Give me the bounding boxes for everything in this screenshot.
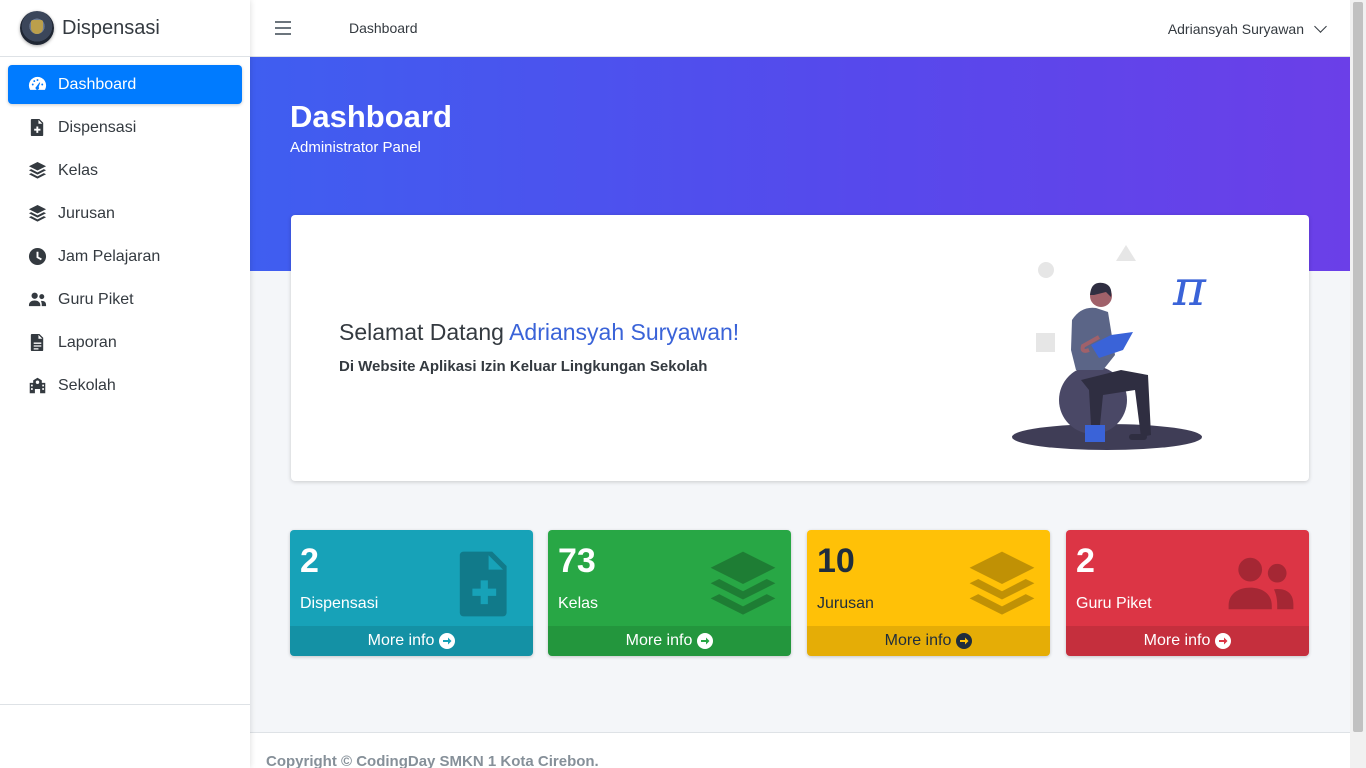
copyright-text: Copyright © CodingDay SMKN 1 Kota Cirebo… bbox=[266, 753, 599, 768]
sidebar-item-label: Kelas bbox=[58, 161, 99, 179]
sidebar-item-laporan[interactable]: Laporan bbox=[8, 323, 242, 362]
sidebar-item-guru-piket[interactable]: Guru Piket bbox=[8, 280, 242, 319]
sidebar-item-label: Sekolah bbox=[58, 376, 116, 394]
stat-value: 10 bbox=[817, 542, 855, 580]
arrow-circle-right-icon bbox=[1215, 633, 1232, 649]
layer-group-icon bbox=[26, 204, 48, 224]
menu-toggle-icon[interactable] bbox=[275, 21, 291, 35]
welcome-heading: Selamat Datang Adriansyah Suryawan! bbox=[339, 319, 739, 346]
brand[interactable]: Dispensasi bbox=[0, 0, 250, 57]
sidebar-item-label: Laporan bbox=[58, 333, 117, 351]
navbar-title[interactable]: Dashboard bbox=[349, 20, 418, 36]
tachometer-icon bbox=[26, 75, 48, 95]
file-medical-icon bbox=[26, 118, 48, 138]
sidebar-nav: Dashboard Dispensasi Kelas Jurusan Jam P… bbox=[0, 57, 250, 405]
arrow-circle-right-icon bbox=[697, 633, 714, 649]
chevron-down-icon bbox=[1314, 19, 1327, 33]
more-info-link[interactable]: More info bbox=[548, 626, 791, 656]
more-info-link[interactable]: More info bbox=[807, 626, 1050, 656]
sidebar: Dispensasi Dashboard Dispensasi Kelas Ju… bbox=[0, 0, 250, 768]
stat-label: Jurusan bbox=[817, 595, 874, 612]
stat-value: 2 bbox=[1076, 542, 1095, 580]
page-footer: Copyright © CodingDay SMKN 1 Kota Cirebo… bbox=[250, 732, 1350, 768]
more-info-label: More info bbox=[367, 632, 435, 649]
more-info-label: More info bbox=[884, 632, 952, 649]
layer-group-icon bbox=[966, 548, 1038, 620]
welcome-subtitle: Di Website Aplikasi Izin Keluar Lingkung… bbox=[339, 358, 708, 375]
more-info-link[interactable]: More info bbox=[1066, 626, 1309, 656]
welcome-card: Selamat Datang Adriansyah Suryawan! Di W… bbox=[291, 215, 1309, 481]
more-info-label: More info bbox=[625, 632, 693, 649]
stat-box-kelas: 73 Kelas More info bbox=[548, 530, 791, 656]
user-name: Adriansyah Suryawan bbox=[1167, 20, 1304, 37]
arrow-circle-right-icon bbox=[956, 633, 973, 649]
sidebar-item-label: Jam Pelajaran bbox=[58, 247, 161, 265]
sidebar-item-sekolah[interactable]: Sekolah bbox=[8, 366, 242, 405]
top-navbar: Dashboard Adriansyah Suryawan bbox=[250, 0, 1350, 57]
stat-box-jurusan: 10 Jurusan More info bbox=[807, 530, 1050, 656]
vertical-scrollbar[interactable] bbox=[1350, 0, 1366, 768]
users-icon bbox=[1225, 548, 1297, 620]
more-info-label: More info bbox=[1143, 632, 1211, 649]
file-medical-icon bbox=[449, 548, 521, 620]
stat-value: 2 bbox=[300, 542, 319, 580]
stat-value: 73 bbox=[558, 542, 596, 580]
reading-person-illustration: π bbox=[1012, 245, 1207, 450]
sidebar-item-label: Dashboard bbox=[58, 75, 137, 93]
sidebar-item-label: Jurusan bbox=[58, 204, 115, 222]
sidebar-item-jam-pelajaran[interactable]: Jam Pelajaran bbox=[8, 237, 242, 276]
sidebar-item-label: Dispensasi bbox=[58, 118, 137, 136]
clock-icon bbox=[26, 247, 48, 267]
svg-text:π: π bbox=[1172, 259, 1207, 317]
arrow-circle-right-icon bbox=[439, 633, 456, 649]
sidebar-item-dashboard[interactable]: Dashboard bbox=[8, 65, 242, 104]
brand-name: Dispensasi bbox=[62, 16, 160, 39]
school-icon bbox=[26, 376, 48, 396]
welcome-user-name: Adriansyah Suryawan! bbox=[509, 319, 740, 345]
more-info-link[interactable]: More info bbox=[290, 626, 533, 656]
user-dropdown[interactable]: Adriansyah Suryawan bbox=[1167, 0, 1327, 57]
stat-label: Guru Piket bbox=[1076, 595, 1152, 612]
page-title: Dashboard bbox=[290, 99, 452, 134]
stat-box-dispensasi: 2 Dispensasi More info bbox=[290, 530, 533, 656]
sidebar-divider bbox=[0, 704, 250, 705]
stat-label: Kelas bbox=[558, 595, 599, 612]
sidebar-item-label: Guru Piket bbox=[58, 290, 134, 308]
stat-label: Dispensasi bbox=[300, 595, 379, 612]
file-alt-icon bbox=[26, 333, 48, 353]
sidebar-item-dispensasi[interactable]: Dispensasi bbox=[8, 108, 242, 147]
scrollbar-thumb[interactable] bbox=[1353, 2, 1363, 732]
page-subtitle: Administrator Panel bbox=[290, 139, 421, 156]
users-icon bbox=[26, 290, 48, 310]
sidebar-item-jurusan[interactable]: Jurusan bbox=[8, 194, 242, 233]
welcome-greeting: Selamat Datang bbox=[339, 319, 504, 345]
layer-group-icon bbox=[26, 161, 48, 181]
layer-group-icon bbox=[707, 548, 779, 620]
school-logo bbox=[20, 11, 54, 45]
sidebar-item-kelas[interactable]: Kelas bbox=[8, 151, 242, 190]
stat-box-guru-piket: 2 Guru Piket More info bbox=[1066, 530, 1309, 656]
